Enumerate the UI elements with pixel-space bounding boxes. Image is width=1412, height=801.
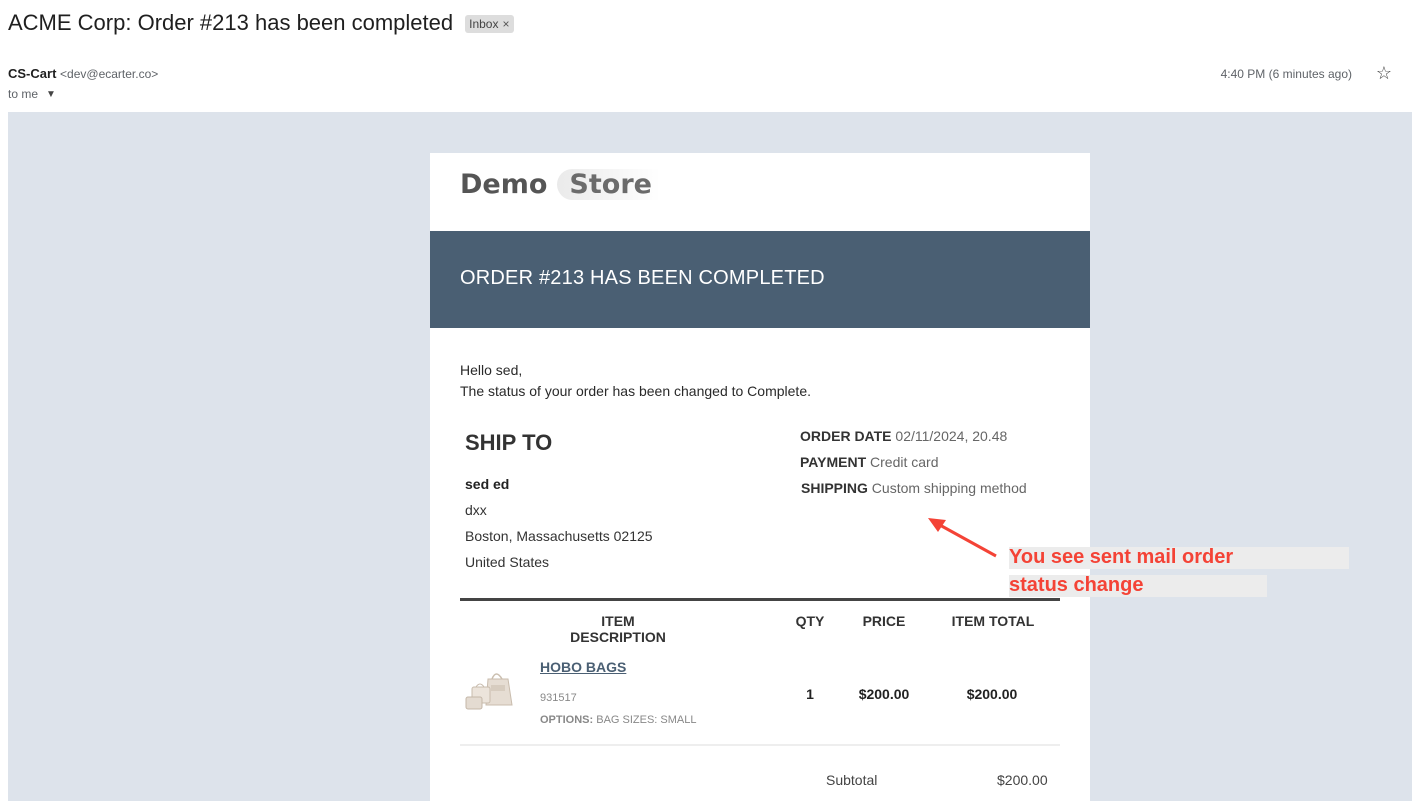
- shipping-value: Custom shipping method: [871, 480, 1027, 496]
- recipient-row[interactable]: to me ▼: [8, 87, 56, 101]
- ship-to-line-3: United States: [465, 554, 550, 570]
- header-qty: QTY: [795, 613, 825, 629]
- subject-row: ACME Corp: Order #213 has been completed…: [8, 8, 514, 38]
- logo-store: Store: [557, 169, 660, 200]
- shipping: SHIPPING Custom shipping method: [801, 480, 1027, 496]
- email-subject: ACME Corp: Order #213 has been completed: [8, 10, 454, 35]
- header-item-total: ITEM TOTAL: [951, 613, 1035, 629]
- product-name-link[interactable]: HOBO BAGS: [540, 659, 626, 675]
- item-price: $200.00: [858, 686, 910, 702]
- item-qty: 1: [806, 686, 814, 702]
- annotation-arrow-icon: [928, 518, 997, 558]
- email-time: 4:40 PM (6 minutes ago): [1220, 67, 1352, 81]
- payment: PAYMENT Credit card: [800, 454, 938, 470]
- recipient-text: to me: [8, 87, 39, 101]
- greeting-line-2: The status of your order has been change…: [460, 383, 811, 399]
- inbox-label-text: Inbox: [469, 17, 499, 31]
- sender-row: CS-Cart <dev@ecarter.co>: [8, 66, 158, 81]
- row-separator: [460, 744, 1060, 746]
- shipping-label: SHIPPING: [801, 480, 868, 496]
- ship-to-name: sed ed: [465, 476, 510, 492]
- banner-title: ORDER #213 HAS BEEN COMPLETED: [460, 267, 825, 289]
- options-label: OPTIONS:: [540, 714, 594, 726]
- email-card: Demo Store ORDER #213 HAS BEEN COMPLETED…: [430, 153, 1090, 801]
- order-date: ORDER DATE 02/11/2024, 20.48: [800, 428, 1007, 444]
- payment-label: PAYMENT: [800, 454, 867, 470]
- table-top-border: [460, 598, 1060, 601]
- order-banner: ORDER #213 HAS BEEN COMPLETED: [430, 231, 1090, 328]
- subtotal-value: $200.00: [997, 772, 1048, 788]
- annotation-line-1: You see sent mail order: [1009, 546, 1234, 568]
- greeting: Hello sed, The status of your order has …: [460, 360, 811, 402]
- ship-to-line-2: Boston, Massachusetts 02125: [465, 528, 653, 544]
- order-date-value: 02/11/2024, 20.48: [895, 428, 1008, 444]
- logo-demo: Demo: [460, 169, 548, 200]
- star-icon[interactable]: ☆: [1376, 63, 1392, 84]
- store-logo: Demo Store: [460, 169, 660, 200]
- greeting-line-1: Hello sed,: [460, 362, 523, 378]
- options-value: BAG SIZES: SMALL: [596, 714, 697, 726]
- inbox-label-chip[interactable]: Inbox ×: [465, 15, 514, 33]
- product-image[interactable]: [464, 667, 514, 713]
- chevron-down-icon[interactable]: ▼: [46, 89, 56, 100]
- sender-email: <dev@ecarter.co>: [60, 67, 159, 81]
- sender-name[interactable]: CS-Cart: [8, 66, 56, 81]
- product-code: 931517: [540, 692, 577, 704]
- header-item-description: ITEM DESCRIPTION: [570, 613, 666, 645]
- ship-to-title: SHIP TO: [465, 430, 553, 455]
- annotation-line-2: status change: [1009, 574, 1144, 596]
- product-options: OPTIONS: BAG SIZES: SMALL: [540, 714, 697, 726]
- subtotal-label: Subtotal: [826, 772, 878, 788]
- ship-to-line-1: dxx: [465, 502, 487, 518]
- order-date-label: ORDER DATE: [800, 428, 892, 444]
- header-price: PRICE: [862, 613, 906, 629]
- payment-value: Credit card: [870, 454, 939, 470]
- item-total: $200.00: [966, 686, 1018, 702]
- remove-label-icon[interactable]: ×: [502, 17, 509, 31]
